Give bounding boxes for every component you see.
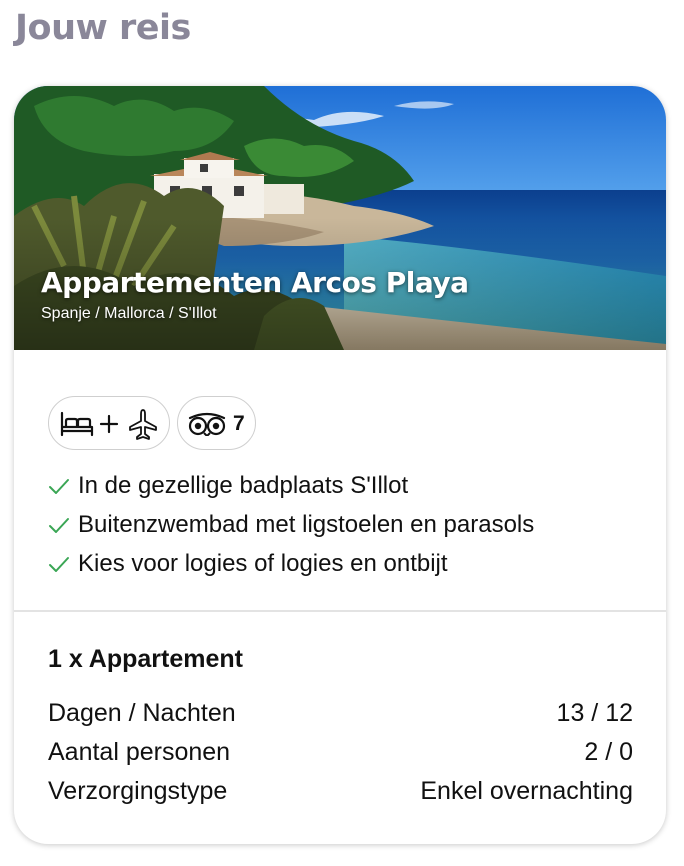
feature-text: In de gezellige badplaats S'Illot [78, 472, 409, 499]
section-title: Jouw reis [15, 8, 191, 48]
detail-value: 13 / 12 [556, 699, 633, 727]
detail-row: Verzorgingstype Enkel overnachting [48, 774, 633, 813]
detail-value: 2 / 0 [584, 738, 633, 766]
hotel-photo: Appartementen Arcos Playa Spanje / Mallo… [14, 86, 666, 350]
room-details: Dagen / Nachten 13 / 12 Aantal personen … [48, 696, 633, 813]
check-icon [49, 479, 69, 494]
airplane-icon [129, 409, 157, 440]
feature-text: Kies voor logies of logies en ontbijt [78, 550, 448, 577]
detail-row: Aantal personen 2 / 0 [48, 735, 633, 774]
rating-value: 7 [233, 412, 245, 435]
hotel-name: Appartementen Arcos Playa [41, 266, 469, 299]
feature-text: Buitenzwembad met ligstoelen en parasols [78, 511, 535, 538]
tripadvisor-owl-icon [188, 412, 226, 436]
hotel-location: Spanje / Mallorca / S'Illot [41, 305, 217, 322]
bed-icon [60, 411, 94, 437]
plus-icon [99, 414, 119, 434]
divider [14, 610, 666, 612]
detail-label: Dagen / Nachten [48, 699, 236, 727]
check-icon [49, 557, 69, 572]
trip-card: Appartementen Arcos Playa Spanje / Mallo… [14, 86, 666, 844]
tripadvisor-rating-badge: 7 [177, 396, 256, 450]
room-title: 1 x Appartement [48, 645, 243, 673]
detail-label: Aantal personen [48, 738, 231, 766]
check-icon [49, 518, 69, 533]
travel-type-badge [48, 396, 170, 450]
detail-value: Enkel overnachting [420, 777, 633, 805]
detail-row: Dagen / Nachten 13 / 12 [48, 696, 633, 735]
detail-label: Verzorgingstype [48, 777, 228, 805]
